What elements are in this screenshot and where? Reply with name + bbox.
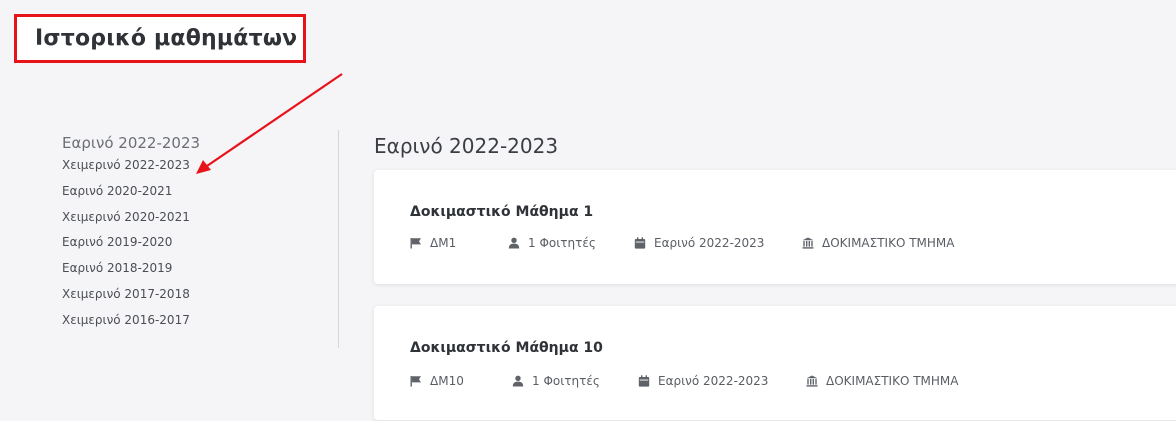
page-title: Ιστορικό μαθημάτων xyxy=(14,14,306,63)
sidebar-item-winter-2020-2021[interactable]: Χειμερινό 2020-2021 xyxy=(62,210,200,225)
course-students: 1 Φοιτητές xyxy=(508,236,634,250)
flag-icon xyxy=(410,237,422,249)
sidebar-item-winter-2017-2018[interactable]: Χειμερινό 2017-2018 xyxy=(62,287,200,302)
sidebar-item-spring-2018-2019[interactable]: Εαρινό 2018-2019 xyxy=(62,261,200,276)
course-meta: ΔΜ1 1 Φοιτητές Εαρινό 2022-2023 ΔΟΚΙΜΑΣΤ… xyxy=(410,236,954,250)
sidebar-item-winter-2016-2017[interactable]: Χειμερινό 2016-2017 xyxy=(62,313,200,328)
course-meta: ΔΜ10 1 Φοιτητές Εαρινό 2022-2023 ΔΟΚΙΜΑΣ… xyxy=(410,374,958,388)
course-department-text: ΔΟΚΙΜΑΣΤΙΚΟ ΤΜΗΜΑ xyxy=(822,236,955,250)
course-card[interactable]: Δοκιμαστικό Μάθημα 1 ΔΜ1 1 Φοιτητές Εαρι… xyxy=(374,170,1176,284)
sidebar-item-spring-2019-2020[interactable]: Εαρινό 2019-2020 xyxy=(62,235,200,250)
sidebar-item-spring-2020-2021[interactable]: Εαρινό 2020-2021 xyxy=(62,184,200,199)
course-students-text: 1 Φοιτητές xyxy=(528,236,596,250)
institution-icon xyxy=(806,375,818,387)
course-students-text: 1 Φοιτητές xyxy=(532,374,600,388)
course-name[interactable]: Δοκιμαστικό Μάθημα 10 xyxy=(410,340,603,356)
course-department-text: ΔΟΚΙΜΑΣΤΙΚΟ ΤΜΗΜΑ xyxy=(826,374,959,388)
page-title-text: Ιστορικό μαθημάτων xyxy=(35,26,298,51)
course-department: ΔΟΚΙΜΑΣΤΙΚΟ ΤΜΗΜΑ xyxy=(802,236,954,250)
sidebar-item-winter-2022-2023[interactable]: Χειμερινό 2022-2023 xyxy=(62,158,200,173)
course-card[interactable]: Δοκιμαστικό Μάθημα 10 ΔΜ10 1 Φοιτητές Εα… xyxy=(374,306,1176,420)
calendar-icon xyxy=(638,375,650,387)
course-semester: Εαρινό 2022-2023 xyxy=(634,236,802,250)
calendar-icon xyxy=(634,237,646,249)
semester-sidebar: Εαρινό 2022-2023 Χειμερινό 2022-2023 Εαρ… xyxy=(62,134,200,339)
course-semester-text: Εαρινό 2022-2023 xyxy=(658,374,769,388)
course-code-text: ΔΜ10 xyxy=(430,374,464,388)
course-code-text: ΔΜ1 xyxy=(430,236,457,250)
user-icon xyxy=(508,237,520,249)
flag-icon xyxy=(410,375,422,387)
course-code: ΔΜ1 xyxy=(410,236,508,250)
section-title: Εαρινό 2022-2023 xyxy=(374,134,559,158)
course-department: ΔΟΚΙΜΑΣΤΙΚΟ ΤΜΗΜΑ xyxy=(806,374,958,388)
course-name[interactable]: Δοκιμαστικό Μάθημα 1 xyxy=(410,204,593,220)
course-code: ΔΜ10 xyxy=(410,374,512,388)
course-semester: Εαρινό 2022-2023 xyxy=(638,374,806,388)
course-students: 1 Φοιτητές xyxy=(512,374,638,388)
user-icon xyxy=(512,375,524,387)
institution-icon xyxy=(802,237,814,249)
course-semester-text: Εαρινό 2022-2023 xyxy=(654,236,765,250)
sidebar-item-spring-2022-2023[interactable]: Εαρινό 2022-2023 xyxy=(62,134,200,153)
sidebar-divider xyxy=(338,130,339,348)
